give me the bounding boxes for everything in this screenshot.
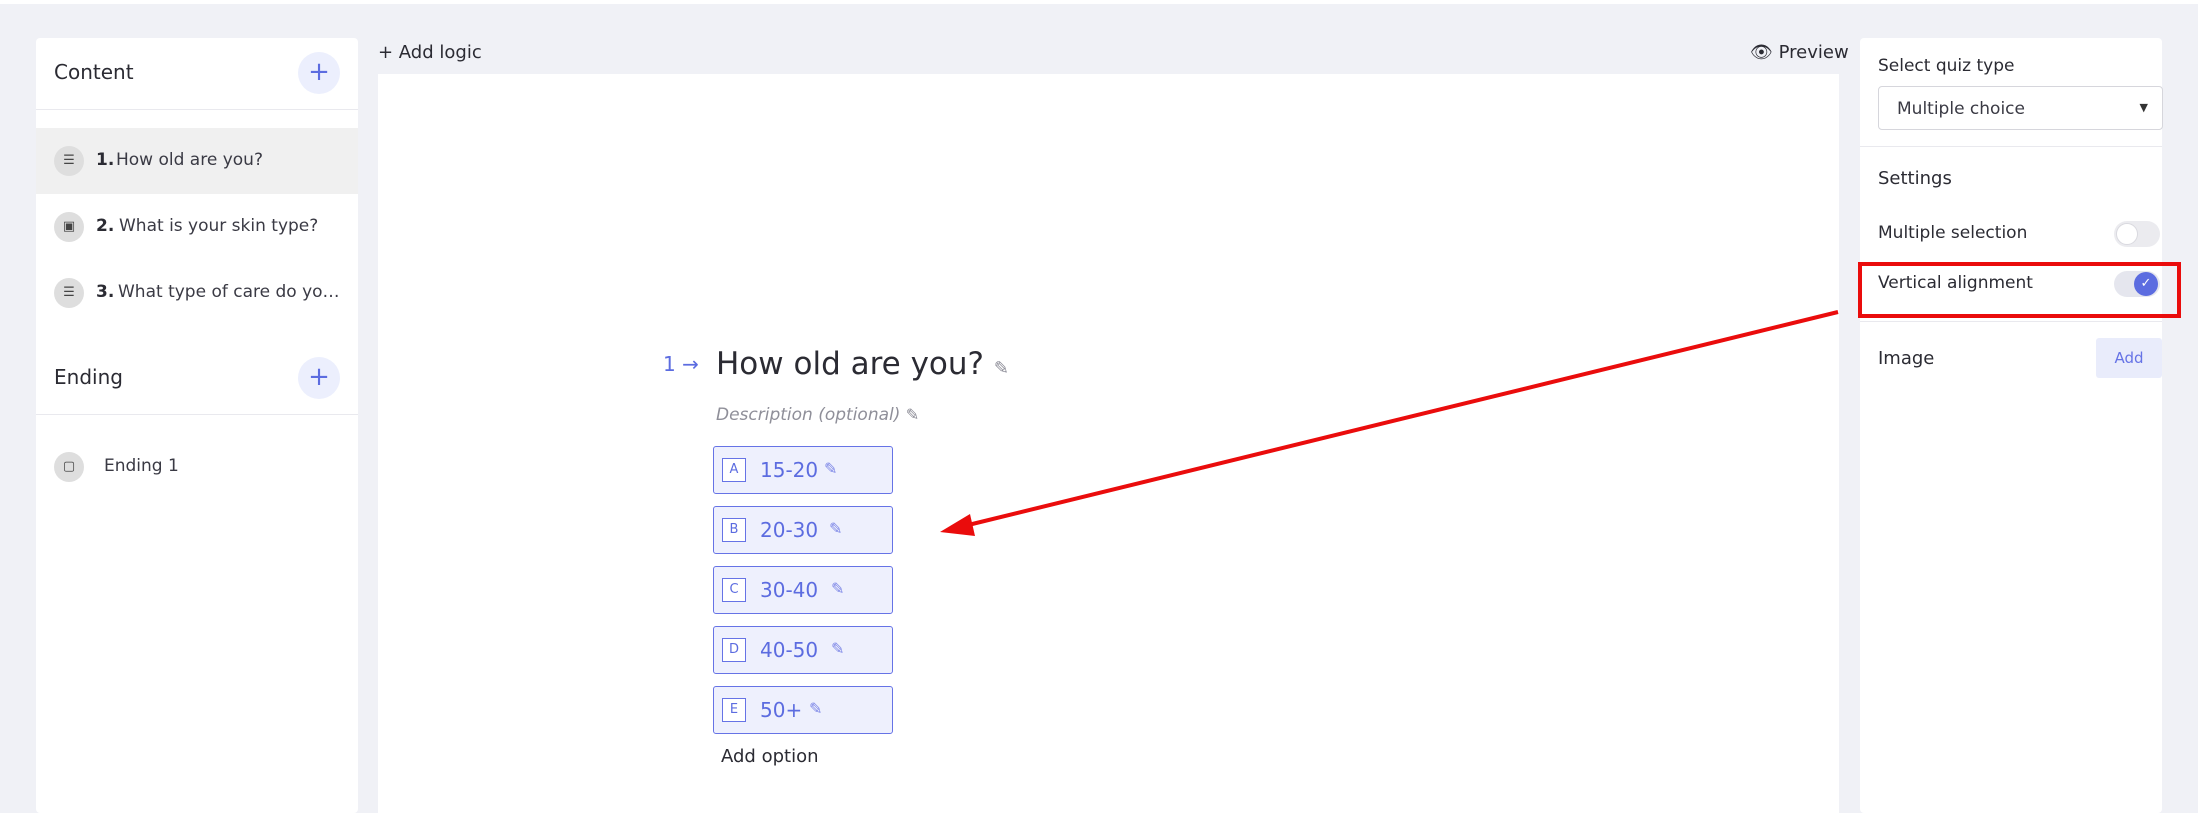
ending-icon: ▢ [54,452,84,482]
question-number: 3. [96,282,115,302]
content-section-header: Content + [36,38,358,110]
option-b[interactable]: B 20-30 ✎ [713,506,893,554]
questions-sidebar: Content + ☰ 1. How old are you? ▣ 2. Wha… [36,38,358,813]
preview-button[interactable]: 👁 Preview [1750,42,1849,63]
question-label: How old are you? [116,150,263,170]
description-placeholder: Description (optional) [716,405,901,425]
preview-label: Preview [1778,42,1849,63]
caret-down-icon: ▼ [2139,101,2148,114]
add-option-button[interactable]: Add option [721,746,819,767]
ending-label: Ending 1 [104,456,179,476]
option-value: 30-40 [760,578,819,602]
multiple-selection-label: Multiple selection [1878,223,2028,243]
pencil-icon[interactable]: ✎ [994,358,1009,379]
option-a[interactable]: A 15-20 ✎ [713,446,893,494]
add-logic-button[interactable]: + Add logic [378,42,482,63]
question-title[interactable]: How old are you? ✎ [716,346,1009,382]
sidebar-question-1[interactable]: ☰ 1. How old are you? [36,128,358,194]
ending-title: Ending [54,365,123,389]
pencil-icon[interactable]: ✎ [831,579,844,598]
image-choice-icon: ▣ [54,212,84,242]
option-c[interactable]: C 30-40 ✎ [713,566,893,614]
image-label: Image [1878,348,1935,369]
option-e[interactable]: E 50+ ✎ [713,686,893,734]
list-icon: ☰ [54,146,84,176]
eye-icon: 👁 [1750,42,1773,63]
quiz-type-value: Multiple choice [1897,99,2025,119]
question-title-text: How old are you? [716,346,984,382]
option-d[interactable]: D 40-50 ✎ [713,626,893,674]
question-number: 2. [96,216,115,236]
question-label: What type of care do you prefer? [118,282,340,302]
sidebar-ending-1[interactable]: ▢ Ending 1 [36,434,358,500]
option-key: D [722,638,746,662]
plus-icon: + [308,57,330,87]
toggle-knob [2116,223,2138,245]
settings-label: Settings [1878,168,1952,189]
question-number: 1. [96,150,115,170]
option-key: E [722,698,746,722]
option-key: A [722,458,746,482]
add-question-button[interactable]: + [298,52,340,94]
question-canvas [378,74,1839,813]
sidebar-question-3[interactable]: ☰ 3. What type of care do you prefer? [36,260,358,326]
question-index: 1 → [663,352,699,376]
option-value: 20-30 [760,518,819,542]
pencil-icon[interactable]: ✎ [829,519,842,538]
pencil-icon[interactable]: ✎ [831,639,844,658]
settings-panel: Select quiz type Multiple choice ▼ Setti… [1860,38,2163,813]
top-strip [0,0,2198,4]
add-image-button[interactable]: Add [2096,338,2162,378]
pencil-icon[interactable]: ✎ [824,459,837,478]
quiz-type-select[interactable]: Multiple choice ▼ [1878,86,2163,130]
sidebar-question-2[interactable]: ▣ 2. What is your skin type? [36,194,358,260]
pencil-icon[interactable]: ✎ [906,405,919,424]
quiz-type-label: Select quiz type [1878,56,2015,76]
option-value: 40-50 [760,638,819,662]
option-value: 15-20 [760,458,819,482]
option-key: B [722,518,746,542]
list-icon: ☰ [54,278,84,308]
plus-icon: + [308,362,330,392]
add-ending-button[interactable]: + [298,357,340,399]
option-key: C [722,578,746,602]
option-value: 50+ [760,698,803,722]
divider [1860,146,2162,147]
multiple-selection-toggle[interactable] [2114,221,2160,247]
divider [1860,321,2162,322]
annotation-highlight-box [1858,262,2181,318]
content-title: Content [54,60,134,84]
question-index-number: 1 [663,352,676,376]
pencil-icon[interactable]: ✎ [809,699,822,718]
question-description[interactable]: Description (optional) ✎ [716,405,919,425]
arrow-right-icon: → [682,352,699,376]
question-label: What is your skin type? [119,216,319,236]
ending-section-header: Ending + [36,343,358,415]
